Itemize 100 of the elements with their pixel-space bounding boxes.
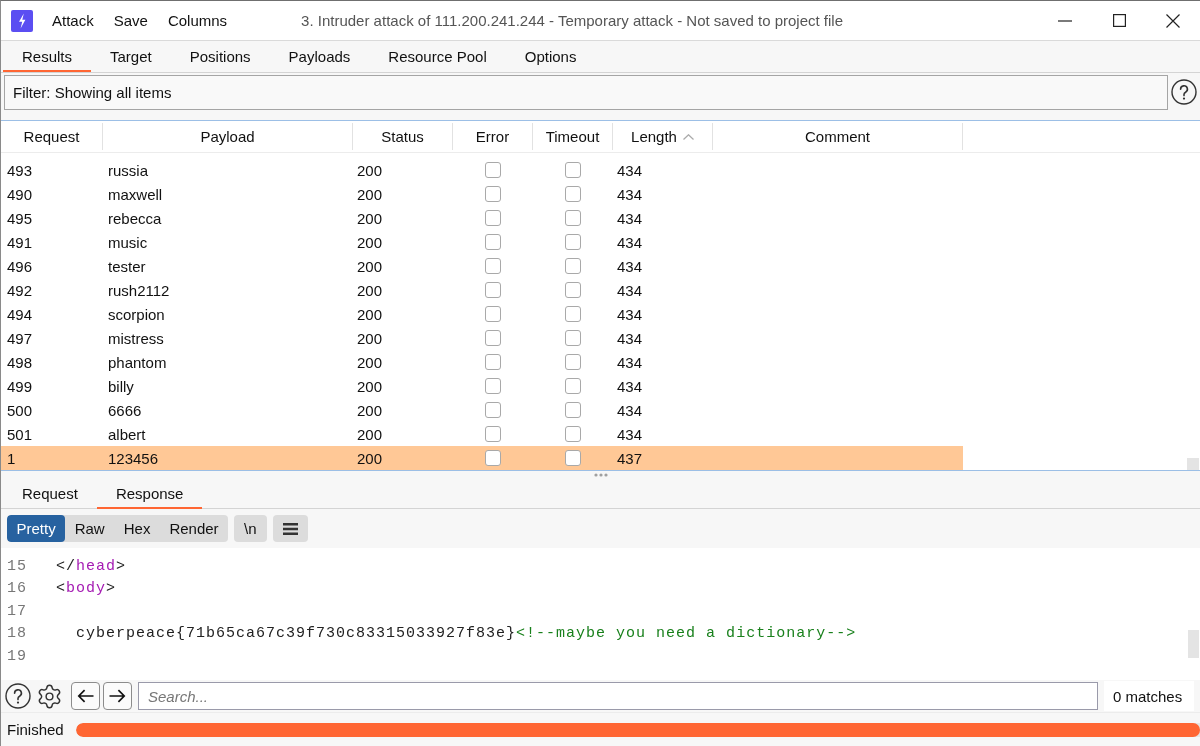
table-cell: 492	[7, 281, 33, 299]
table-row[interactable]: 494 scorpion 200 434	[1, 302, 963, 326]
table-cell: 200	[357, 425, 383, 443]
checkbox[interactable]	[565, 450, 581, 466]
column-header[interactable]: Length	[613, 123, 713, 150]
checkbox[interactable]	[565, 402, 581, 418]
table-cell: 200	[357, 449, 383, 467]
table-cell: rebecca	[108, 209, 162, 227]
checkbox[interactable]	[485, 186, 501, 202]
maximize-icon	[1112, 14, 1126, 27]
view-tab[interactable]: Raw	[65, 515, 115, 542]
checkbox[interactable]	[565, 210, 581, 226]
table-row[interactable]: 498 phantom 200 434	[1, 350, 963, 374]
table-row[interactable]: 491 music 200 434	[1, 230, 963, 254]
back-button[interactable]	[71, 682, 100, 710]
tab[interactable]: Payloads	[269, 41, 370, 72]
tab[interactable]: Options	[505, 41, 596, 72]
tab[interactable]: Resource Pool	[369, 41, 506, 72]
help-icon[interactable]	[5, 683, 31, 709]
menu-item[interactable]: Save	[103, 1, 158, 40]
drag-handle-icon[interactable]	[593, 472, 608, 477]
checkbox[interactable]	[565, 330, 581, 346]
code-line: </head>	[56, 557, 127, 575]
checkbox[interactable]	[565, 234, 581, 250]
checkbox[interactable]	[485, 450, 501, 466]
table-row[interactable]: 490 maxwell 200 434	[1, 182, 963, 206]
view-tab[interactable]: Render	[159, 515, 229, 542]
table-row[interactable]: 496 tester 200 434	[1, 254, 963, 278]
checkbox[interactable]	[565, 378, 581, 394]
table-row[interactable]: 493 russia 200 434	[1, 158, 963, 182]
column-header[interactable]: Payload	[103, 123, 353, 150]
newline-toggle[interactable]: \n	[234, 515, 267, 542]
column-header[interactable]: Timeout	[533, 123, 613, 150]
table-cell: 437	[617, 449, 643, 467]
checkbox[interactable]	[565, 162, 581, 178]
checkbox[interactable]	[565, 258, 581, 274]
scrollbar-thumb[interactable]	[1188, 630, 1199, 658]
table-cell: 200	[357, 281, 383, 299]
table-cell: phantom	[108, 353, 167, 371]
column-header[interactable]: Request	[1, 123, 103, 150]
table-cell: albert	[108, 425, 146, 443]
forward-button[interactable]	[103, 682, 132, 710]
checkbox[interactable]	[485, 426, 501, 442]
table-cell: 490	[7, 185, 33, 203]
table-cell: 123456	[108, 449, 159, 467]
filter-bar[interactable]: Filter: Showing all items	[4, 75, 1168, 110]
table-row[interactable]: 499 billy 200 434	[1, 374, 963, 398]
column-header[interactable]: Error	[453, 123, 533, 150]
table-cell: 493	[7, 161, 33, 179]
menu-item[interactable]: Attack	[42, 1, 104, 40]
close-icon	[1166, 13, 1180, 28]
table-cell: 498	[7, 353, 33, 371]
column-header[interactable]: Status	[353, 123, 453, 150]
checkbox[interactable]	[565, 186, 581, 202]
table-row[interactable]: 497 mistress 200 434	[1, 326, 963, 350]
table-cell: 500	[7, 401, 33, 419]
table-cell: 497	[7, 329, 33, 347]
checkbox[interactable]	[565, 282, 581, 298]
tab[interactable]: Request	[3, 478, 97, 509]
table-cell: 434	[617, 353, 643, 371]
checkbox[interactable]	[485, 282, 501, 298]
checkbox[interactable]	[485, 210, 501, 226]
column-header[interactable]: Comment	[713, 123, 963, 150]
checkbox[interactable]	[485, 378, 501, 394]
checkbox[interactable]	[485, 234, 501, 250]
checkbox[interactable]	[485, 306, 501, 322]
scrollbar-thumb[interactable]	[1187, 458, 1199, 470]
tab[interactable]: Positions	[170, 41, 270, 72]
table-row[interactable]: 500 6666 200 434	[1, 398, 963, 422]
tab[interactable]: Results	[3, 41, 92, 72]
table-cell: tester	[108, 257, 146, 275]
table-cell: russia	[108, 161, 148, 179]
table-cell: 501	[7, 425, 33, 443]
table-row[interactable]: 501 albert 200 434	[1, 422, 963, 446]
checkbox[interactable]	[565, 306, 581, 322]
checkbox[interactable]	[485, 330, 501, 346]
menu-button[interactable]	[272, 515, 308, 542]
menu-item[interactable]: Columns	[157, 1, 238, 40]
checkbox[interactable]	[565, 426, 581, 442]
checkbox[interactable]	[485, 258, 501, 274]
table-row[interactable]: 495 rebecca 200 434	[1, 206, 963, 230]
checkbox[interactable]	[485, 354, 501, 370]
table-cell: 200	[357, 185, 383, 203]
checkbox[interactable]	[485, 402, 501, 418]
settings-icon[interactable]	[36, 682, 63, 710]
search-field[interactable]: Search...	[138, 682, 1098, 710]
table-row[interactable]: 492 rush2112 200 434	[1, 278, 963, 302]
help-icon[interactable]	[1171, 79, 1197, 105]
checkbox[interactable]	[565, 354, 581, 370]
table-row[interactable]: 1 123456 200 437	[1, 446, 963, 470]
lightning-icon	[11, 9, 33, 32]
tab[interactable]: Response	[96, 478, 203, 509]
view-tab[interactable]: Hex	[114, 515, 160, 542]
table-cell: 434	[617, 161, 643, 179]
match-count: 0 matches	[1104, 681, 1194, 711]
tab[interactable]: Target	[91, 41, 171, 72]
checkbox[interactable]	[485, 162, 501, 178]
window-title: 3. Intruder attack of 111.200.241.244 - Temporary attack - Not saved to project file	[301, 12, 844, 29]
view-tab[interactable]: Pretty	[7, 515, 66, 542]
table-cell: 434	[617, 377, 643, 395]
